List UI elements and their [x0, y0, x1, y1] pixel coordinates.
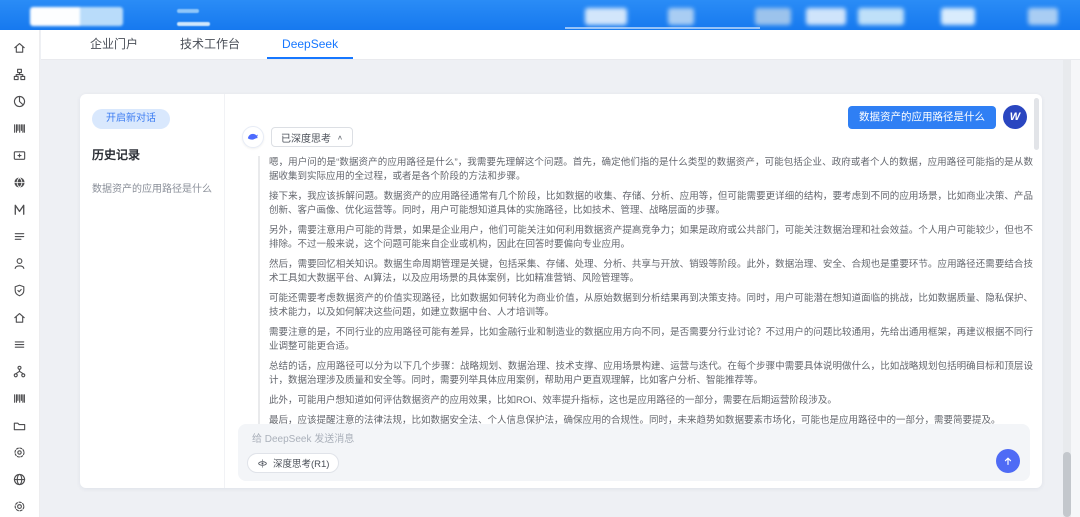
- org-chart-icon[interactable]: [12, 66, 28, 82]
- shield-icon[interactable]: [12, 282, 28, 298]
- thinking-paragraph: 嗯，用户问的是“数据资产的应用路径是什么”，我需要先理解这个问题。首先，确定他们…: [269, 156, 1033, 184]
- top-navigation-bar: [0, 0, 1080, 30]
- history-panel: 开启新对话 历史记录 数据资产的应用路径是什么: [80, 94, 225, 488]
- home-alt-icon[interactable]: [12, 309, 28, 325]
- thinking-paragraph: 可能还需要考虑数据资产的价值实现路径，比如数据如何转化为商业价值，从原始数据到分…: [269, 292, 1033, 320]
- deepthink-icon: [257, 458, 268, 469]
- history-item[interactable]: 数据资产的应用路径是什么: [92, 180, 212, 195]
- chat-scrollbar-thumb[interactable]: [1034, 98, 1039, 150]
- thinking-content: 嗯，用户问的是“数据资产的应用路径是什么”，我需要先理解这个问题。首先，确定他们…: [258, 156, 1033, 426]
- message-input[interactable]: [252, 430, 970, 448]
- page-right-edge: [1071, 30, 1080, 517]
- page-scrollbar-track[interactable]: [1063, 30, 1071, 517]
- stack-icon[interactable]: [12, 336, 28, 352]
- tab-deepseek[interactable]: DeepSeek: [261, 30, 359, 59]
- deepthink-label: 深度思考(R1): [273, 456, 329, 470]
- user-icon[interactable]: [12, 255, 28, 271]
- topbar-menu-item[interactable]: [941, 8, 975, 25]
- topbar-active-underline: [565, 27, 760, 29]
- topbar-menu-item[interactable]: [755, 8, 791, 25]
- media-add-icon[interactable]: [12, 147, 28, 163]
- folder-icon[interactable]: [12, 417, 28, 433]
- tab-enterprise-portal[interactable]: 企业门户: [69, 30, 159, 59]
- barcode-alt-icon[interactable]: [12, 390, 28, 406]
- tab-bar: 企业门户 技术工作台 DeepSeek: [41, 30, 1080, 60]
- topbar-menu-item[interactable]: [1028, 8, 1058, 25]
- sitemap-icon[interactable]: [12, 363, 28, 379]
- topbar-menu-item[interactable]: [585, 8, 627, 25]
- letter-m-icon[interactable]: [12, 201, 28, 217]
- thinking-paragraph: 总结的话，应用路径可以分为以下几个步骤：战略规划、数据治理、技术支撑、应用场景构…: [269, 360, 1033, 388]
- thought-toggle-label: 已深度思考: [281, 130, 331, 145]
- globe-filled-icon[interactable]: [12, 174, 28, 190]
- chat-card: 开启新对话 历史记录 数据资产的应用路径是什么 数据资产的应用路径是什么 W 已…: [80, 94, 1042, 488]
- thinking-paragraph: 另外，需要注意用户可能的背景，如果是企业用户，他们可能关注如何利用数据资产提高竞…: [269, 224, 1033, 252]
- new-chat-button[interactable]: 开启新对话: [92, 109, 170, 129]
- deepthink-r1-button[interactable]: 深度思考(R1): [247, 453, 339, 473]
- topbar-menu-item[interactable]: [806, 8, 846, 25]
- topbar-menu-item[interactable]: [668, 8, 694, 25]
- logo-subtext: [177, 22, 210, 26]
- history-title: 历史记录: [92, 146, 212, 163]
- tab-tech-workbench[interactable]: 技术工作台: [159, 30, 261, 59]
- icon-sidebar: [0, 30, 40, 517]
- barcode-icon[interactable]: [12, 120, 28, 136]
- app-logo: [30, 7, 123, 26]
- topbar-menu-item[interactable]: [858, 8, 904, 25]
- user-message-bubble: 数据资产的应用路径是什么: [848, 106, 996, 129]
- deepseek-whale-icon: [242, 126, 264, 148]
- page-scrollbar-thumb[interactable]: [1063, 452, 1071, 517]
- message-composer: 深度思考(R1): [238, 424, 1030, 481]
- gear-icon[interactable]: [12, 498, 28, 514]
- thinking-paragraph: 此外，可能用户想知道如何评估数据资产的应用效果，比如ROI、效率提升指标，这也是…: [269, 394, 1033, 408]
- thinking-paragraph: 接下来，我应该拆解问题。数据资产的应用路径通常有几个阶段，比如数据的收集、存储、…: [269, 190, 1033, 218]
- globe-icon[interactable]: [12, 471, 28, 487]
- chat-pane: 数据资产的应用路径是什么 W 已深度思考 ∧ 嗯，用户问的是“数据资产的应用路径…: [225, 94, 1042, 488]
- arrow-up-icon: [1002, 455, 1014, 467]
- pie-chart-icon[interactable]: [12, 93, 28, 109]
- thinking-paragraph: 然后，需要回忆相关知识。数据生命周期管理是关键，包括采集、存储、处理、分析、共享…: [269, 258, 1033, 286]
- logo-subtext: [177, 9, 199, 13]
- user-avatar: W: [1003, 105, 1027, 129]
- assistant-row: 已深度思考 ∧: [242, 126, 353, 148]
- send-button[interactable]: [996, 449, 1020, 473]
- home-icon[interactable]: [12, 39, 28, 55]
- list-icon[interactable]: [12, 228, 28, 244]
- flower-badge-icon[interactable]: [12, 444, 28, 460]
- thinking-paragraph: 需要注意的是，不同行业的应用路径可能有差异，比如金融行业和制造业的数据应用方向不…: [269, 326, 1033, 354]
- user-message-row: 数据资产的应用路径是什么 W: [848, 105, 1027, 129]
- chevron-up-icon: ∧: [337, 133, 343, 140]
- thought-toggle-button[interactable]: 已深度思考 ∧: [271, 127, 353, 147]
